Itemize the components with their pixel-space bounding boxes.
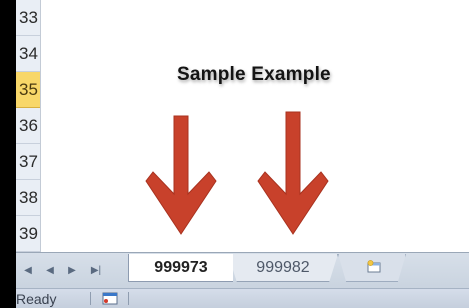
status-bar: Ready [16,288,469,308]
sheet-tab-999973[interactable]: 999973 [128,254,233,282]
macro-record-icon[interactable] [102,291,118,305]
row-header-37[interactable]: 37 [16,144,40,180]
row-header-36[interactable]: 36 [16,108,40,144]
status-divider [90,292,91,305]
row-header-38[interactable]: 38 [16,180,40,216]
sheet-tabs: 999973 999982 [128,253,468,289]
row-header-35[interactable]: 35 [16,72,40,108]
down-arrow-left-icon [145,115,217,235]
row-header-33[interactable]: 33 [16,0,40,36]
first-sheet-button[interactable]: ◀ [22,265,34,277]
status-divider [128,292,129,305]
sheet-tab-bar: ◀ ◀ ▶ ▶| 999973 999982 [16,252,469,289]
previous-sheet-button[interactable]: ◀ [44,265,56,277]
row-header-39[interactable]: 39 [16,216,40,252]
sheet-tab-999982[interactable]: 999982 [228,254,338,282]
insert-worksheet-tab[interactable] [338,254,406,282]
next-sheet-button[interactable]: ▶ [66,265,78,277]
insert-worksheet-icon [367,260,381,273]
status-text: Ready [16,291,57,307]
window-edge [0,0,16,308]
cell-grid[interactable]: Sample Example [41,0,469,252]
annotation-title: Sample Example [177,64,331,85]
row-header-34[interactable]: 34 [16,36,40,72]
row-header-column: 33 34 35 36 37 38 39 [16,0,41,252]
down-arrow-right-icon [257,111,329,235]
spreadsheet-window: 33 34 35 36 37 38 39 Sample Example ◀ ◀ ▶ ▶| 9… [0,0,469,308]
last-sheet-button[interactable]: ▶| [88,265,104,277]
